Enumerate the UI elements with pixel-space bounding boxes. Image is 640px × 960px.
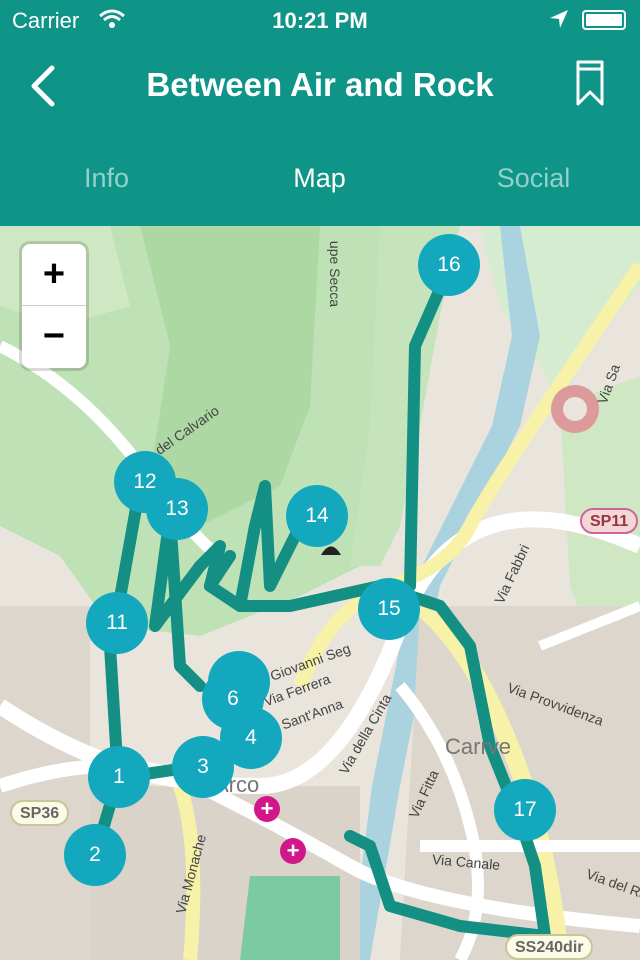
road-shield: SP36 xyxy=(10,800,70,826)
route-marker[interactable]: 14 xyxy=(286,485,348,547)
route-marker[interactable]: 16 xyxy=(418,234,480,296)
street-label: upe Secca xyxy=(327,240,344,308)
tab-map[interactable]: Map xyxy=(213,150,426,206)
bookmark-icon xyxy=(576,60,604,106)
route-marker[interactable]: 17 xyxy=(494,779,556,841)
battery-icon xyxy=(582,10,626,30)
hospital-icon: + xyxy=(254,796,280,822)
route-marker[interactable]: 13 xyxy=(146,478,208,540)
bookmark-button[interactable] xyxy=(576,60,604,106)
hospital-icon: + xyxy=(280,838,306,864)
tab-info[interactable]: Info xyxy=(0,150,213,206)
zoom-control: + − xyxy=(22,244,86,368)
page-title: Between Air and Rock xyxy=(146,66,494,103)
status-bar: Carrier 10:21 PM xyxy=(0,0,640,40)
route-marker[interactable]: 1 xyxy=(88,746,150,808)
route-marker[interactable]: 4 xyxy=(220,707,282,769)
place-label: Carrve xyxy=(445,734,512,759)
status-time: 10:21 PM xyxy=(272,8,368,33)
road-shield: SP11 xyxy=(580,508,639,534)
tab-bar: Info Map Social xyxy=(0,150,640,206)
location-arrow-icon xyxy=(548,8,570,36)
zoom-out-button[interactable]: − xyxy=(22,306,86,368)
zoom-in-button[interactable]: + xyxy=(22,244,86,306)
map-view[interactable]: del Calvario upe Secca Via Giovanni Seg … xyxy=(0,226,640,960)
route-marker[interactable]: 11 xyxy=(86,592,148,654)
tab-social[interactable]: Social xyxy=(427,150,640,206)
route-marker[interactable]: 2 xyxy=(64,824,126,886)
road-shield: SS240dir xyxy=(505,934,594,960)
route-marker[interactable]: 15 xyxy=(358,578,420,640)
nav-bar: Between Air and Rock Info Map Social xyxy=(0,40,640,226)
